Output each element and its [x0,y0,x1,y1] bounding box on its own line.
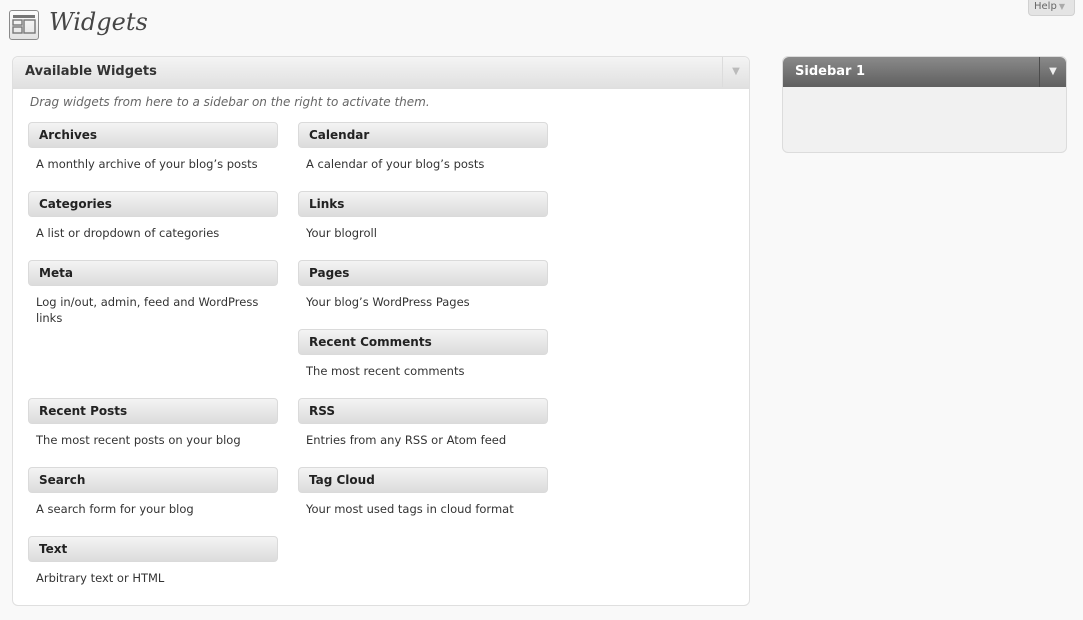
chevron-down-icon: ▼ [1058,2,1065,11]
widget-title[interactable]: Links [298,191,548,217]
toggle-arrow-icon[interactable]: ▼ [1039,57,1066,87]
widget-title[interactable]: Recent Posts [28,398,278,424]
available-widgets-header: Available Widgets ▼ [13,57,749,89]
widget-recent-comments[interactable]: Recent Comments The most recent comments [298,329,548,379]
widget-recent-posts[interactable]: Recent Posts The most recent posts on yo… [28,398,278,448]
available-widgets-title: Available Widgets [25,64,157,79]
sidebar-1-title: Sidebar 1 [795,64,866,79]
widget-description: The most recent posts on your blog [36,433,241,447]
widget-title[interactable]: Categories [28,191,278,217]
widget-title[interactable]: Tag Cloud [298,467,548,493]
widget-description: Arbitrary text or HTML [36,571,165,585]
widget-description: Your blogroll [306,226,377,240]
widget-meta[interactable]: Meta Log in/out, admin, feed and WordPre… [28,260,278,326]
toggle-arrow-icon[interactable]: ▼ [722,57,749,87]
widget-title[interactable]: RSS [298,398,548,424]
widget-title[interactable]: Calendar [298,122,548,148]
widget-description: Entries from any RSS or Atom feed [306,433,507,447]
widget-description: Your most used tags in cloud format [306,502,514,516]
widget-title[interactable]: Pages [298,260,548,286]
widget-title[interactable]: Archives [28,122,278,148]
widget-description: The most recent comments [306,364,465,378]
widget-tag-cloud[interactable]: Tag Cloud Your most used tags in cloud f… [298,467,548,517]
help-button[interactable]: Help ▼ [1028,0,1075,16]
page-title: Widgets [49,8,148,36]
widget-calendar[interactable]: Calendar A calendar of your blog’s posts [298,122,548,172]
widget-description: Your blog’s WordPress Pages [306,295,470,309]
help-label: Help [1034,1,1057,12]
widget-archives[interactable]: Archives A monthly archive of your blog’… [28,122,278,172]
widget-description: A calendar of your blog’s posts [306,157,485,171]
widget-description: A search form for your blog [36,502,194,516]
widget-title[interactable]: Meta [28,260,278,286]
sidebar-1-panel[interactable]: Sidebar 1 ▼ [782,56,1067,153]
widget-search[interactable]: Search A search form for your blog [28,467,278,517]
widget-links[interactable]: Links Your blogroll [298,191,548,241]
widget-description: A monthly archive of your blog’s posts [36,157,258,171]
widgets-icon [9,10,39,40]
widget-title[interactable]: Text [28,536,278,562]
widget-description: Log in/out, admin, feed and WordPress li… [36,295,259,325]
available-widgets-panel: Available Widgets ▼ Drag widgets from he… [12,56,750,606]
widget-pages[interactable]: Pages Your blog’s WordPress Pages [298,260,548,310]
widget-title[interactable]: Search [28,467,278,493]
widget-title[interactable]: Recent Comments [298,329,548,355]
sidebar-1-header[interactable]: Sidebar 1 ▼ [783,57,1066,87]
widget-text[interactable]: Text Arbitrary text or HTML [28,536,278,586]
widget-description: A list or dropdown of categories [36,226,220,240]
widget-categories[interactable]: Categories A list or dropdown of categor… [28,191,278,241]
widget-rss[interactable]: RSS Entries from any RSS or Atom feed [298,398,548,448]
widgets-intro-text: Drag widgets from here to a sidebar on t… [30,95,430,109]
